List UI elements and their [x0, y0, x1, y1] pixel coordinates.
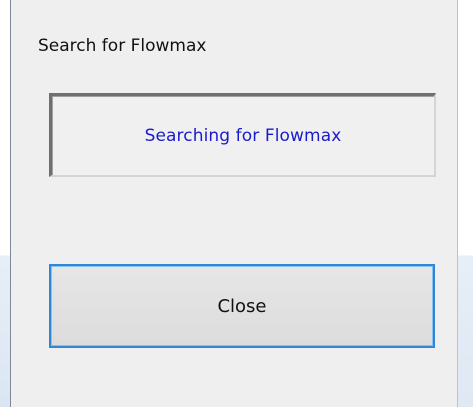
desktop-edge — [458, 0, 473, 407]
dialog-title: Search for Flowmax — [38, 36, 207, 56]
close-button[interactable]: Close — [49, 264, 435, 348]
status-panel: Searching for Flowmax — [49, 93, 436, 177]
dialog-body: Search for Flowmax Searching for Flowmax… — [11, 0, 457, 407]
screen: Search for Flowmax Searching for Flowmax… — [0, 0, 473, 407]
close-button-label: Close — [217, 295, 267, 317]
dialog-window: Search for Flowmax Searching for Flowmax… — [10, 0, 458, 407]
status-message: Searching for Flowmax — [144, 125, 342, 146]
